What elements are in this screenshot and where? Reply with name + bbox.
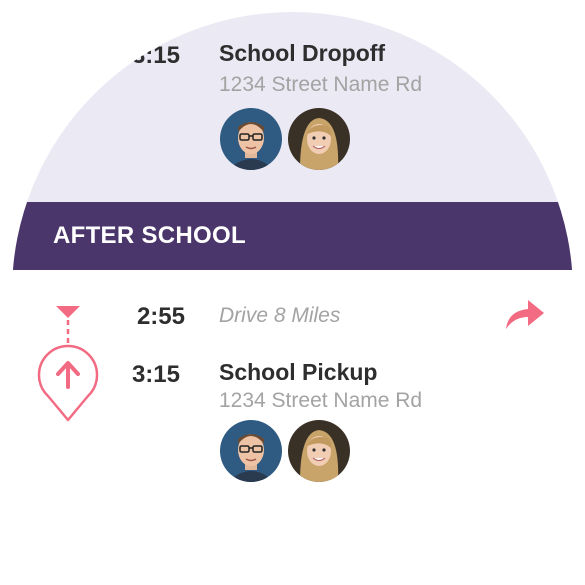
- event-time: 3:15: [131, 42, 180, 69]
- morning-section: 3:15 School Dropoff 1234 Street Name Rd: [12, 12, 573, 202]
- woman-avatar[interactable]: [288, 108, 350, 170]
- event-time: 3:15: [131, 361, 180, 388]
- watch-face: 3:15 School Dropoff 1234 Street Name Rd: [12, 12, 573, 573]
- man-avatar[interactable]: [220, 420, 282, 482]
- pickup-pin-icon: [36, 304, 100, 429]
- woman-avatar[interactable]: [288, 420, 350, 482]
- event-address: 1234 Street Name Rd: [219, 73, 423, 96]
- share-arrow-icon[interactable]: [504, 297, 546, 336]
- drive-time: 2:55: [136, 303, 185, 330]
- event-title[interactable]: School Pickup: [219, 359, 377, 386]
- event-address: 1234 Street Name Rd: [219, 389, 423, 412]
- drive-label: Drive 8 Miles: [219, 304, 341, 327]
- man-avatar[interactable]: [220, 108, 282, 170]
- section-banner: AFTER SCHOOL: [12, 202, 573, 270]
- section-label: AFTER SCHOOL: [53, 222, 246, 249]
- event-title[interactable]: School Dropoff: [219, 40, 385, 67]
